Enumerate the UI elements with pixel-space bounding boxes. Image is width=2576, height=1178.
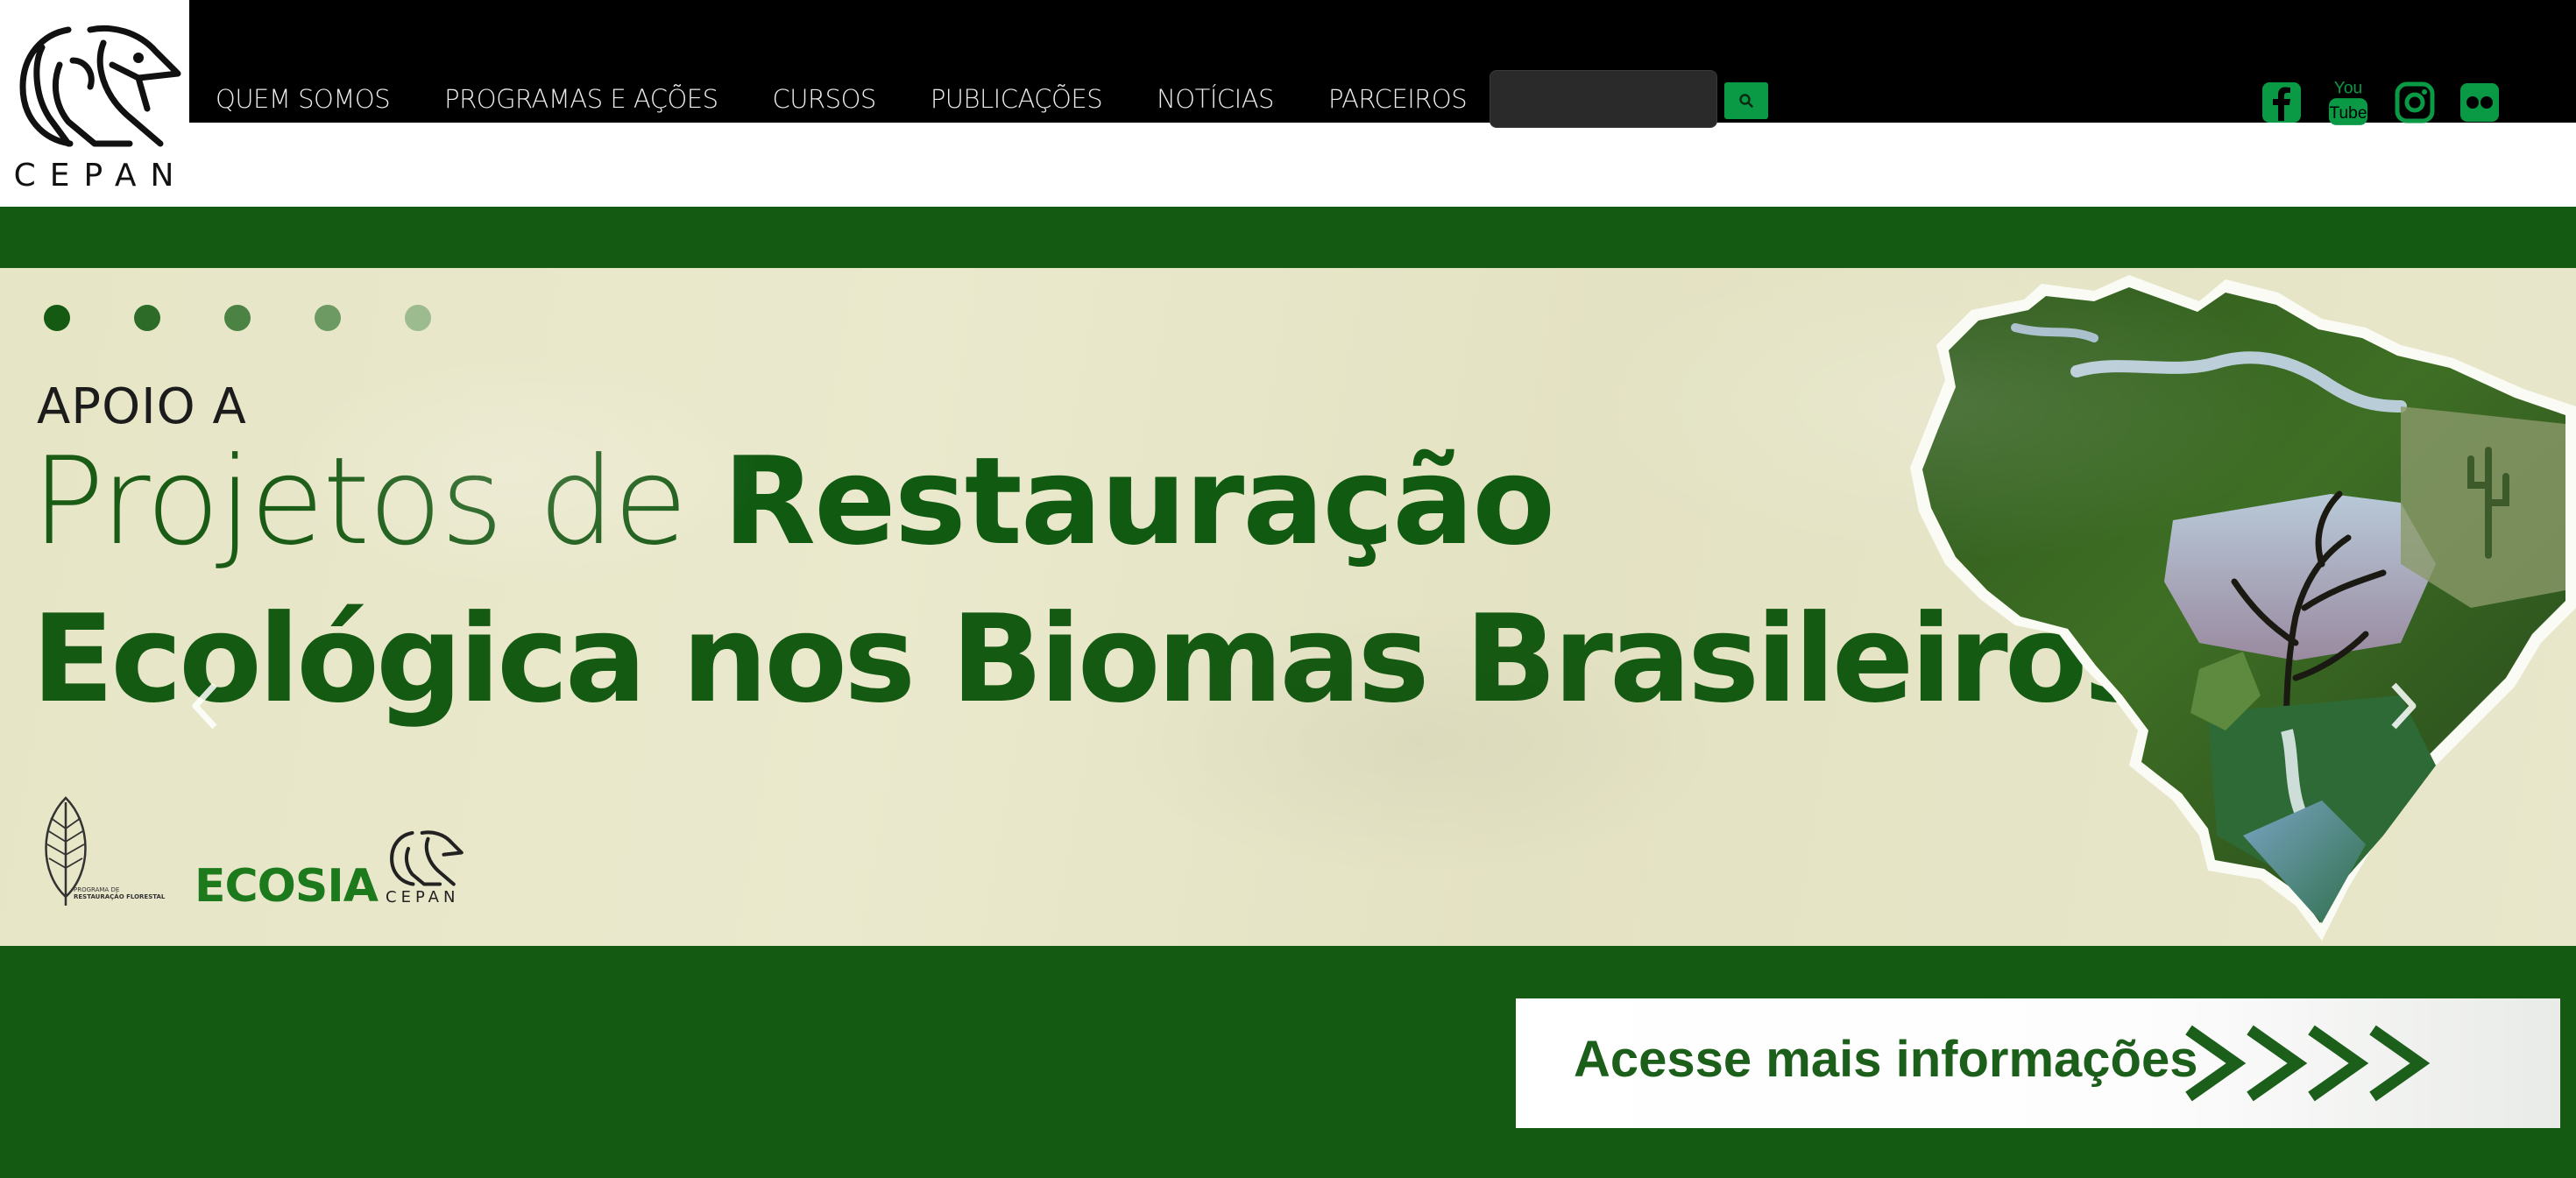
instagram-icon	[2395, 81, 2435, 123]
youtube-label-top: You	[2334, 79, 2362, 97]
header-subbar	[0, 123, 2576, 207]
flickr-icon	[2460, 83, 2499, 122]
search-icon	[1739, 94, 1753, 108]
nav-item-programas-e-acoes[interactable]: PROGRAMAS E AÇÕES	[444, 84, 718, 114]
logo-wordmark: CEPAN	[13, 158, 188, 194]
site-logo[interactable]: CEPAN	[0, 0, 189, 207]
facebook-icon	[2262, 82, 2301, 123]
chevron-right-icon	[2391, 682, 2417, 730]
cepan-partner-wordmark: CEPAN	[386, 888, 460, 906]
slide-headline-light: Projetos de	[32, 431, 723, 572]
youtube-icon: You Tube	[2328, 79, 2368, 125]
carousel-dot-4[interactable]	[315, 305, 341, 331]
search-button[interactable]	[1724, 82, 1768, 119]
leaf-logo-caption: PROGRAMA DE RESTAURAÇÃO FLORESTAL	[74, 886, 165, 901]
flickr-link[interactable]	[2459, 81, 2501, 124]
carousel-dot-5[interactable]	[405, 305, 431, 331]
carousel-prev-button[interactable]	[180, 671, 232, 741]
nav-item-quem-somos[interactable]: QUEM SOMOS	[216, 84, 391, 114]
carousel-slide[interactable]: APOIO A Projetos de Restauração Ecológic…	[0, 268, 2576, 946]
slide-headline-line-2: Ecológica nos Biomas Brasileiros	[32, 589, 2156, 730]
more-info-label: Acesse mais informações	[1574, 1031, 2198, 1088]
ecosia-logo: ECOSIA	[195, 860, 379, 913]
youtube-label-bottom: Tube	[2329, 104, 2367, 123]
slide-headline-bold: Restauração	[722, 431, 1555, 572]
facebook-link[interactable]	[2261, 81, 2303, 124]
nav-item-publicacoes[interactable]: PUBLICAÇÕES	[931, 84, 1103, 114]
cepan-partner-logo-icon	[390, 830, 464, 886]
carousel-dot-3[interactable]	[224, 305, 251, 331]
leaf-logo-caption-line-2: RESTAURAÇÃO FLORESTAL	[74, 893, 166, 901]
nav-item-parceiros[interactable]: PARCEIROS	[1328, 84, 1468, 114]
instagram-link[interactable]	[2394, 81, 2436, 124]
chevron-arrows-icon	[2185, 1025, 2431, 1102]
search-input[interactable]	[1490, 70, 1717, 128]
slide-kicker: APOIO A	[37, 378, 247, 435]
carousel-dot-1[interactable]	[44, 305, 70, 331]
more-info-button[interactable]: Acesse mais informações	[1516, 998, 2560, 1128]
main-nav: QUEM SOMOS PROGRAMAS E AÇÕES CURSOS PUBL…	[216, 84, 1521, 114]
brazil-biomes-map	[1910, 275, 2576, 941]
nav-item-cursos[interactable]: CURSOS	[773, 84, 877, 114]
youtube-link[interactable]: You Tube	[2327, 75, 2369, 128]
carousel-next-button[interactable]	[2376, 671, 2429, 741]
nav-item-noticias[interactable]: NOTÍCIAS	[1157, 84, 1274, 114]
carousel-dot-2[interactable]	[134, 305, 160, 331]
cepan-bird-logo-icon	[19, 25, 181, 147]
chevron-left-icon	[192, 682, 217, 730]
carousel-indicators	[44, 305, 495, 331]
slide-headline-line-1: Projetos de Restauração	[32, 441, 1555, 562]
